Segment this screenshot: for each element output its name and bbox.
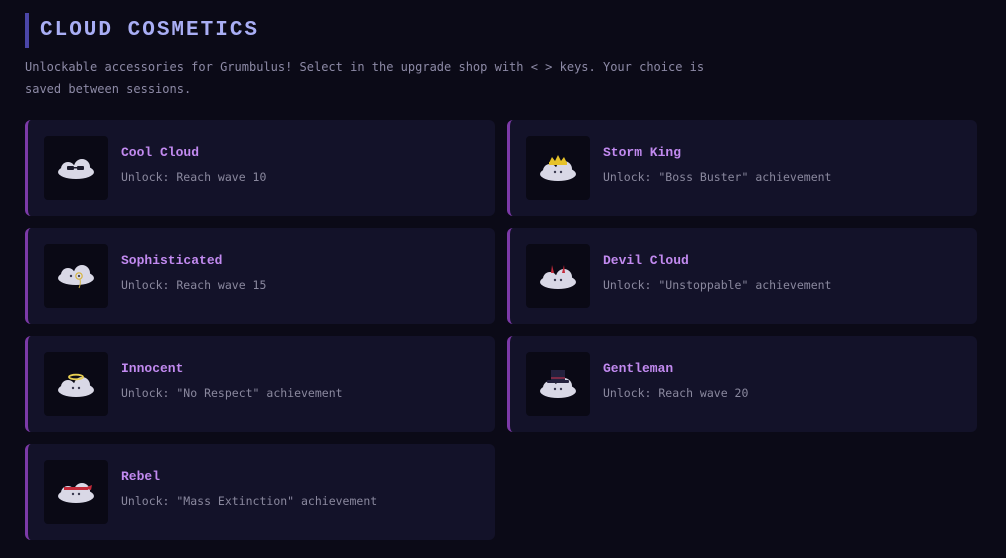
cloud-top-hat-icon (540, 370, 576, 398)
cosmetic-thumbnail (44, 352, 108, 416)
cosmetic-card-innocent: Innocent Unlock: "No Respect" achievemen… (25, 336, 495, 432)
cloud-crown-icon (540, 155, 576, 181)
cosmetic-unlock-condition: Unlock: "Mass Extinction" achievement (121, 494, 378, 508)
cosmetic-card-devil-cloud: Devil Cloud Unlock: "Unstoppable" achiev… (507, 228, 977, 324)
cosmetic-thumbnail (44, 136, 108, 200)
cosmetic-card-storm-king: Storm King Unlock: "Boss Buster" achieve… (507, 120, 977, 216)
cosmetic-unlock-condition: Unlock: Reach wave 10 (121, 170, 267, 184)
cosmetic-unlock-condition: Unlock: Reach wave 15 (121, 278, 267, 292)
cosmetic-name: Devil Cloud (603, 253, 689, 268)
cosmetic-thumbnail (526, 136, 590, 200)
cosmetic-card-rebel: Rebel Unlock: "Mass Extinction" achievem… (25, 444, 495, 540)
cloud-monocle-icon (58, 265, 94, 289)
cosmetic-card-cool-cloud: Cool Cloud Unlock: Reach wave 10 (25, 120, 495, 216)
cosmetic-name: Sophisticated (121, 253, 223, 268)
page-header: CLOUD COSMETICS (25, 13, 259, 48)
cosmetic-name: Rebel (121, 469, 161, 484)
page-subtitle: Unlockable accessories for Grumbulus! Se… (25, 60, 705, 96)
cloud-devil-horns-icon (540, 265, 576, 289)
cosmetic-thumbnail (526, 352, 590, 416)
cosmetic-card-gentleman: Gentleman Unlock: Reach wave 20 (507, 336, 977, 432)
cosmetic-thumbnail (44, 460, 108, 524)
cosmetic-card-sophisticated: Sophisticated Unlock: Reach wave 15 (25, 228, 495, 324)
cosmetic-name: Cool Cloud (121, 145, 200, 160)
cloud-halo-icon (58, 373, 94, 397)
cosmetic-unlock-condition: Unlock: "Unstoppable" achievement (603, 278, 832, 292)
cloud-bandana-icon (58, 483, 94, 503)
cosmetic-unlock-condition: Unlock: "Boss Buster" achievement (603, 170, 832, 184)
cosmetic-unlock-condition: Unlock: "No Respect" achievement (121, 386, 343, 400)
page-title: CLOUD COSMETICS (40, 19, 260, 42)
cosmetic-unlock-condition: Unlock: Reach wave 20 (603, 386, 749, 400)
cosmetic-name: Storm King (603, 145, 682, 160)
cosmetic-thumbnail (526, 244, 590, 308)
cosmetic-name: Innocent (121, 361, 184, 376)
cosmetics-grid: Cool Cloud Unlock: Reach wave 10 Storm K… (25, 120, 977, 540)
cosmetic-name: Gentleman (603, 361, 674, 376)
cosmetic-thumbnail (44, 244, 108, 308)
cloud-sunglasses-icon (58, 159, 94, 179)
